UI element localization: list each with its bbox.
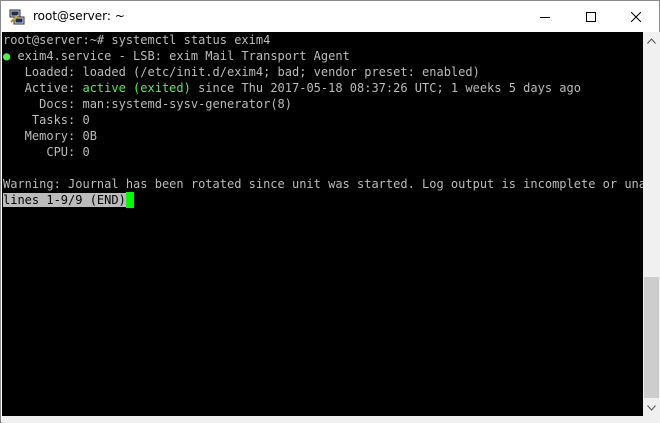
minimize-button[interactable] (522, 1, 568, 32)
tasks-line: Tasks: 0 (3, 112, 90, 128)
close-button[interactable] (613, 1, 659, 32)
command-line: root@server:~# systemctl status exim4 (3, 32, 270, 48)
close-icon (631, 11, 641, 22)
loaded-value: loaded (/etc/init.d/exim4; bad; vendor p… (75, 65, 480, 79)
service-description: exim4.service - LSB: exim Mail Transport… (10, 49, 350, 63)
vertical-scrollbar[interactable] (643, 32, 660, 416)
chevron-up-icon (647, 37, 656, 44)
pager-status-line: lines 1-9/9 (END) (3, 192, 134, 208)
active-line: Active: active (exited) since Thu 2017-0… (3, 80, 581, 96)
pager-status: lines 1-9/9 (END) (3, 193, 126, 207)
title-bar[interactable]: root@server: ~ (1, 1, 659, 32)
shell-prompt: root@server:~# (3, 33, 112, 47)
docs-value: man:systemd-sysv-generator(8) (75, 97, 292, 111)
terminal-cursor (125, 192, 134, 208)
loaded-label: Loaded: (3, 65, 76, 79)
scrollbar-thumb[interactable] (644, 277, 659, 398)
active-label: Active: (3, 81, 76, 95)
command-text: systemctl status exim4 (111, 33, 271, 47)
cpu-line: CPU: 0 (3, 144, 90, 160)
loaded-line: Loaded: loaded (/etc/init.d/exim4; bad; … (3, 64, 480, 80)
memory-label: Memory: (3, 129, 76, 143)
memory-line: Memory: 0B (3, 128, 97, 144)
active-value: since Thu 2017-05-18 08:37:26 UTC; 1 wee… (190, 81, 581, 95)
terminal-output[interactable]: root@server:~# systemctl status exim4 ● … (2, 32, 643, 416)
service-header-line: ● exim4.service - LSB: exim Mail Transpo… (3, 48, 350, 64)
cpu-value: 0 (75, 145, 90, 159)
window-title: root@server: ~ (33, 9, 125, 23)
memory-value: 0B (75, 129, 97, 143)
scroll-up-button[interactable] (643, 32, 660, 49)
tasks-value: 0 (75, 113, 90, 127)
docs-label: Docs: (3, 97, 76, 111)
tasks-label: Tasks: (3, 113, 76, 127)
putty-icon[interactable] (9, 9, 25, 25)
scroll-down-button[interactable] (643, 399, 660, 416)
docs-line: Docs: man:systemd-sysv-generator(8) (3, 96, 292, 112)
terminal-window: root@server: ~ root@server:~# systemctl … (0, 0, 660, 423)
maximize-icon (586, 11, 596, 22)
window-bottom-border (2, 416, 660, 423)
minimize-icon (540, 16, 550, 18)
active-status: active (exited) (75, 81, 191, 95)
chevron-down-icon (647, 404, 656, 411)
maximize-button[interactable] (568, 1, 614, 32)
cpu-label: CPU: (3, 145, 76, 159)
journal-warning: Warning: Journal has been rotated since … (3, 177, 643, 191)
